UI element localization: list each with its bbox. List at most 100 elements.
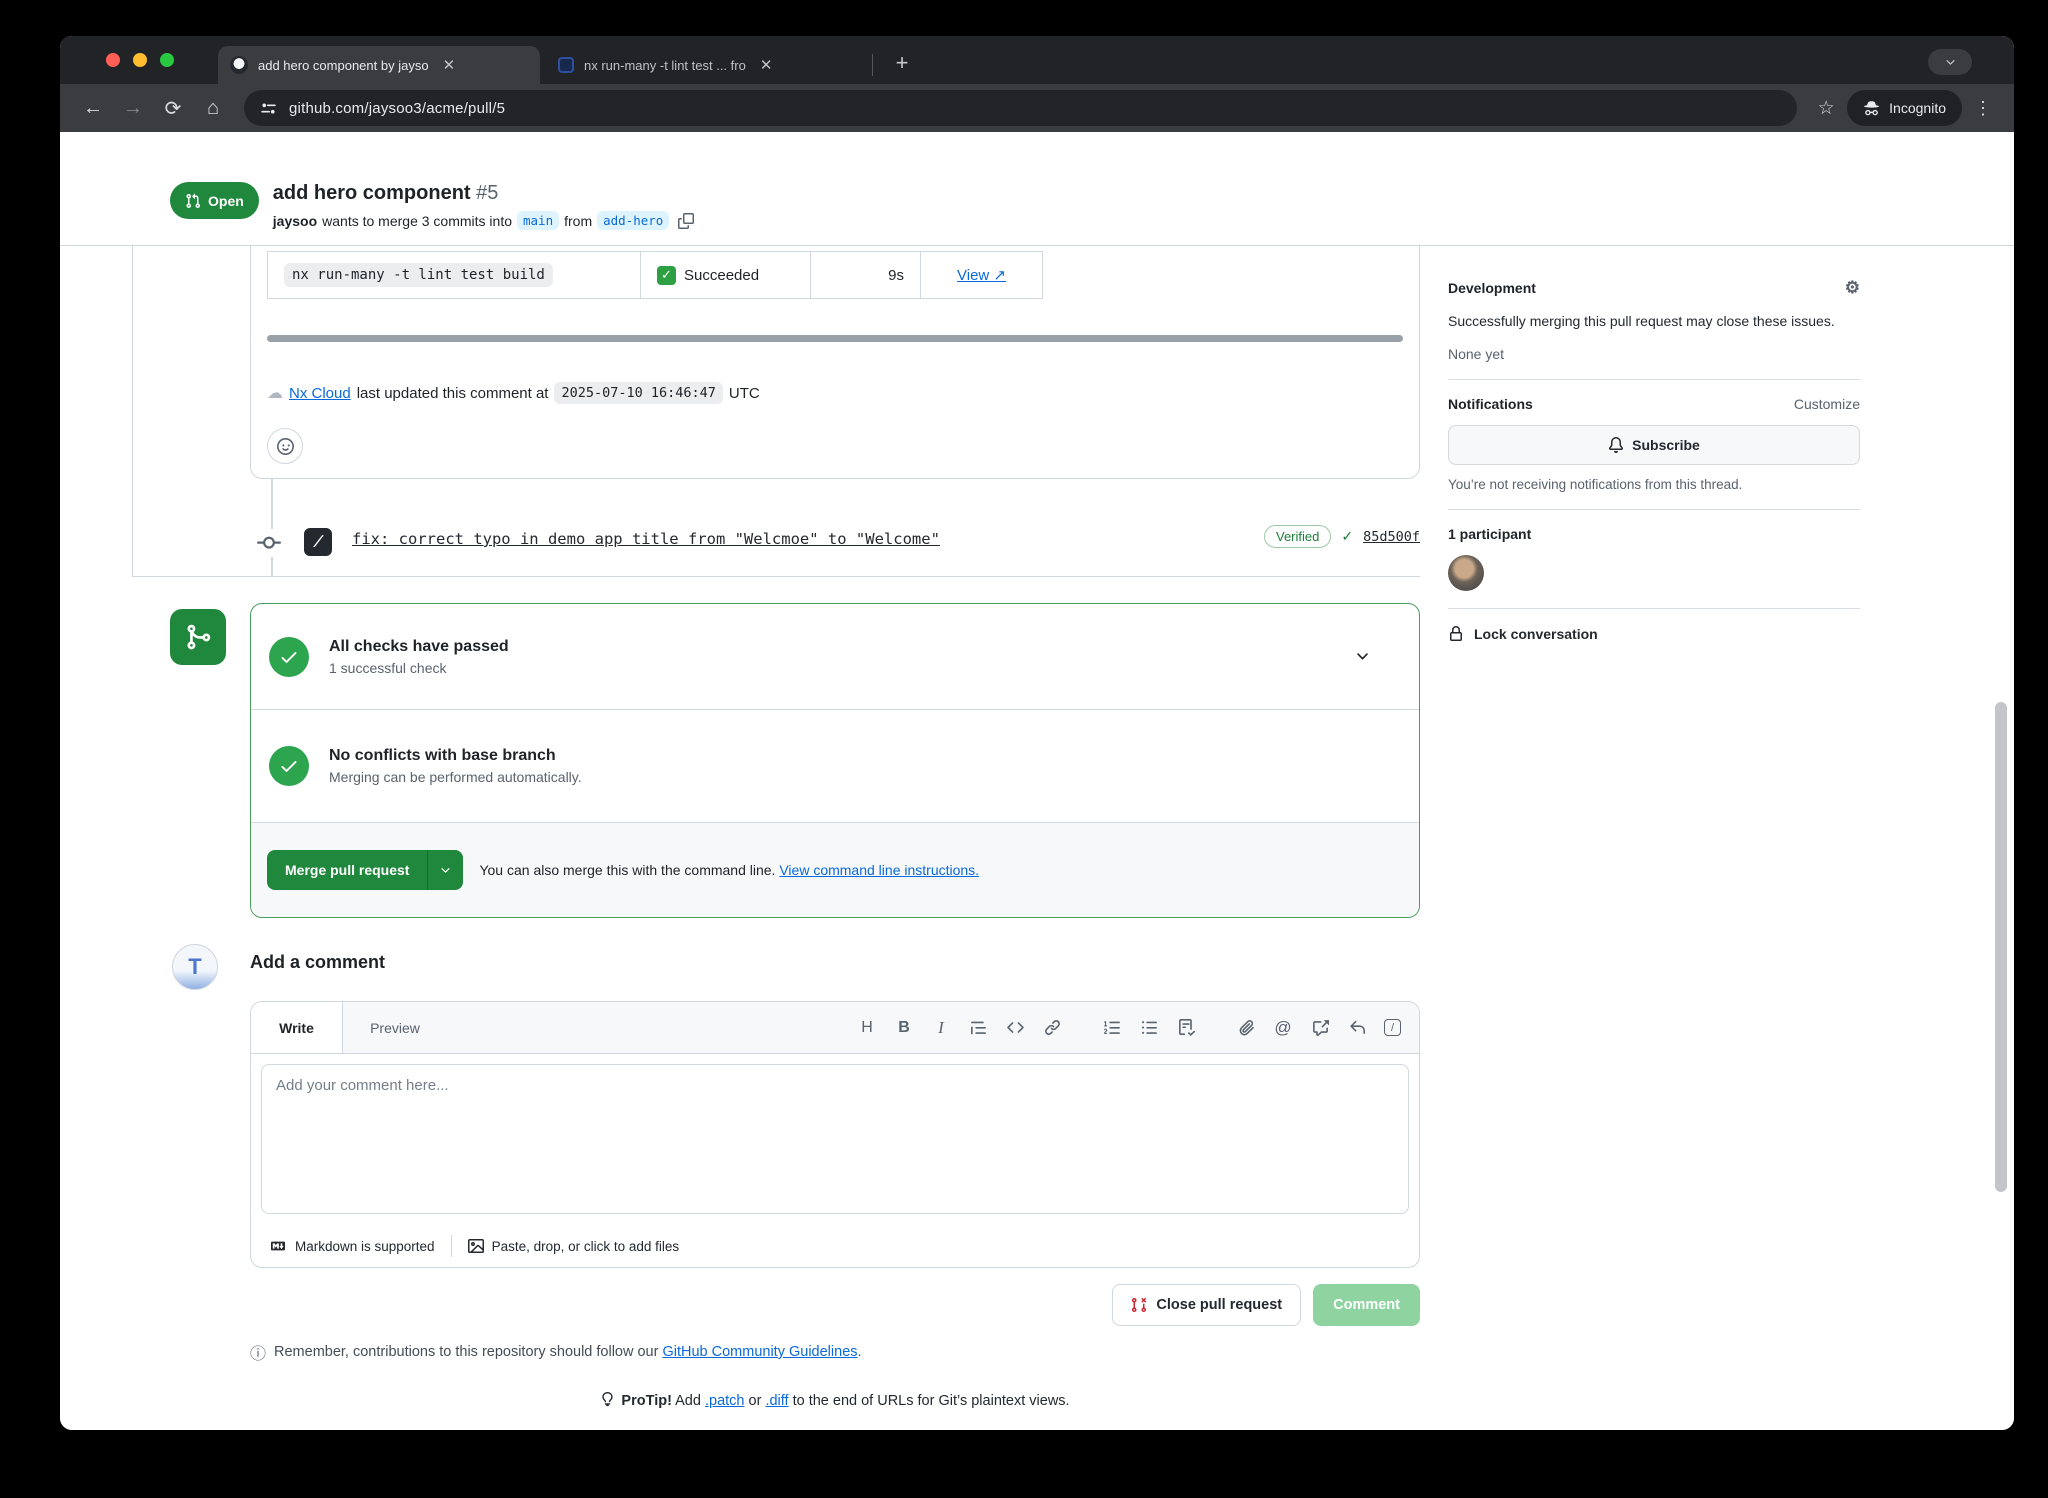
merge-actions-footer: Merge pull request You can also merge th… xyxy=(251,822,1419,917)
mention-icon[interactable]: @ xyxy=(1273,1018,1293,1038)
development-empty-state: None yet xyxy=(1448,346,1860,362)
close-pull-request-button[interactable]: Close pull request xyxy=(1112,1284,1301,1326)
cross-reference-icon[interactable] xyxy=(1310,1018,1330,1038)
tab-title: add hero component by jayso xyxy=(258,58,429,73)
view-link[interactable]: View ↗ xyxy=(957,266,1006,284)
heading-icon[interactable]: H xyxy=(857,1018,877,1038)
participants-section-header: 1 participant xyxy=(1448,526,1860,542)
patch-link[interactable]: .patch xyxy=(705,1393,745,1409)
add-reaction-button[interactable] xyxy=(267,428,303,464)
italic-icon[interactable]: I xyxy=(931,1018,951,1038)
browser-menu-button[interactable]: ⋮ xyxy=(1968,93,1998,123)
participant-avatar[interactable] xyxy=(1448,555,1484,591)
lock-icon xyxy=(1448,626,1464,642)
comment-textarea[interactable] xyxy=(261,1064,1409,1214)
site-settings-icon[interactable] xyxy=(260,100,277,117)
smiley-icon xyxy=(277,438,294,455)
check-circle-icon xyxy=(269,746,309,786)
close-tab-icon[interactable]: ✕ xyxy=(756,56,777,75)
pr-author[interactable]: jaysoo xyxy=(273,213,317,229)
zoom-window-button[interactable] xyxy=(160,53,174,67)
url-text[interactable]: github.com/jaysoo3/acme/pull/5 xyxy=(289,100,505,117)
close-tab-icon[interactable]: ✕ xyxy=(439,56,460,75)
numbered-list-icon[interactable] xyxy=(1102,1018,1122,1038)
pr-sidebar: Development ⚙ Successfully merging this … xyxy=(1448,278,1860,642)
chevron-down-icon[interactable] xyxy=(1354,648,1371,665)
incognito-badge: Incognito xyxy=(1847,90,1962,126)
pr-status-label: Open xyxy=(208,193,244,209)
diff-link[interactable]: .diff xyxy=(765,1393,788,1409)
checks-status-row[interactable]: All checks have passed 1 successful chec… xyxy=(251,604,1419,710)
tab-search-button[interactable] xyxy=(1928,49,1972,75)
notifications-note: You’re not receiving notifications from … xyxy=(1448,477,1860,492)
tab-pull-request[interactable]: add hero component by jayso ✕ xyxy=(218,46,540,84)
nx-cloud-link[interactable]: Nx Cloud xyxy=(289,385,351,402)
bullet-list-icon[interactable] xyxy=(1139,1018,1159,1038)
tab-nx-cloud[interactable]: nx run-many -t lint test ... fro ✕ xyxy=(546,46,866,84)
development-section-header: Development ⚙ xyxy=(1448,278,1860,298)
copy-branch-icon[interactable] xyxy=(678,213,694,229)
close-window-button[interactable] xyxy=(106,53,120,67)
info-icon: ⓘ xyxy=(250,1340,266,1364)
page-scrollbar-thumb[interactable] xyxy=(1995,702,2007,1192)
customize-link[interactable]: Customize xyxy=(1794,396,1860,412)
forward-button[interactable]: → xyxy=(116,91,150,125)
image-icon xyxy=(468,1238,484,1254)
success-check-icon: ✓ xyxy=(657,266,676,285)
bot-updated-line: ☁ Nx Cloud last updated this comment at … xyxy=(267,382,1403,404)
checks-passed-subtitle: 1 successful check xyxy=(329,660,509,676)
slash-commands-icon[interactable]: / xyxy=(1384,1019,1401,1036)
lock-conversation-button[interactable]: Lock conversation xyxy=(1448,626,1860,642)
merge-options-dropdown[interactable] xyxy=(427,850,463,890)
reply-icon[interactable] xyxy=(1347,1018,1367,1038)
current-user-avatar[interactable]: T xyxy=(172,944,218,990)
editor-footer: Markdown is supported Paste, drop, or cl… xyxy=(251,1225,1419,1267)
editor-tab-bar: Write Preview H B I @ xyxy=(251,1002,1419,1054)
address-bar[interactable]: github.com/jaysoo3/acme/pull/5 xyxy=(244,90,1797,126)
markdown-icon xyxy=(269,1239,287,1253)
gear-icon[interactable]: ⚙ xyxy=(1845,278,1860,298)
cli-instructions-link[interactable]: View command line instructions. xyxy=(779,862,979,878)
window-controls xyxy=(106,53,174,67)
tab-write[interactable]: Write xyxy=(251,1002,343,1053)
base-branch-label[interactable]: main xyxy=(517,211,559,230)
commit-author-avatar[interactable]: ∕ xyxy=(304,528,332,556)
table-horizontal-scrollbar[interactable] xyxy=(267,335,1403,342)
tab-divider xyxy=(872,54,873,76)
no-conflicts-subtitle: Merging can be performed automatically. xyxy=(329,769,582,785)
comment-submit-button[interactable]: Comment xyxy=(1313,1284,1420,1326)
minimize-window-button[interactable] xyxy=(133,53,147,67)
tab-preview[interactable]: Preview xyxy=(343,1002,447,1053)
head-branch-label[interactable]: add-hero xyxy=(597,211,669,230)
link-icon[interactable] xyxy=(1042,1018,1062,1038)
verified-badge[interactable]: Verified xyxy=(1264,525,1331,548)
bold-icon[interactable]: B xyxy=(894,1018,914,1038)
community-guidelines-link[interactable]: GitHub Community Guidelines xyxy=(662,1344,857,1360)
new-tab-button[interactable]: + xyxy=(886,47,918,79)
contribution-guidelines-note: ⓘ Remember, contributions to this reposi… xyxy=(250,1340,862,1364)
check-duration-cell: 9s xyxy=(810,252,920,298)
subscribe-button[interactable]: Subscribe xyxy=(1448,425,1860,465)
commit-row: ∕ fix: correct typo in demo app title fr… xyxy=(60,517,1420,569)
paste-drop-note[interactable]: Paste, drop, or click to add files xyxy=(468,1238,680,1254)
code-icon[interactable] xyxy=(1005,1018,1025,1038)
commit-message-link[interactable]: fix: correct typo in demo app title from… xyxy=(352,530,940,548)
updated-timestamp: 2025-07-10 16:46:47 xyxy=(554,382,722,404)
attach-file-icon[interactable] xyxy=(1236,1018,1256,1038)
home-button[interactable]: ⌂ xyxy=(196,91,230,125)
merge-pull-request-button[interactable]: Merge pull request xyxy=(267,850,427,890)
reload-button[interactable]: ⟳ xyxy=(156,91,190,125)
quote-icon[interactable] xyxy=(968,1018,988,1038)
commit-sha-link[interactable]: 85d500f xyxy=(1363,529,1420,545)
bookmark-star-icon[interactable]: ☆ xyxy=(1811,93,1841,123)
editor-body xyxy=(251,1054,1419,1225)
participants-title: 1 participant xyxy=(1448,526,1531,542)
footer-divider xyxy=(451,1235,452,1257)
markdown-supported-note[interactable]: Markdown is supported xyxy=(269,1239,435,1254)
commit-check-icon: ✓ xyxy=(1341,528,1353,545)
browser-window: add hero component by jayso ✕ nx run-man… xyxy=(60,36,2014,1430)
back-button[interactable]: ← xyxy=(76,91,110,125)
task-list-icon[interactable] xyxy=(1176,1018,1196,1038)
checks-table: nx run-many -t lint test build ✓ Succeed… xyxy=(267,251,1043,299)
conflicts-status-row: No conflicts with base branch Merging ca… xyxy=(251,710,1419,822)
